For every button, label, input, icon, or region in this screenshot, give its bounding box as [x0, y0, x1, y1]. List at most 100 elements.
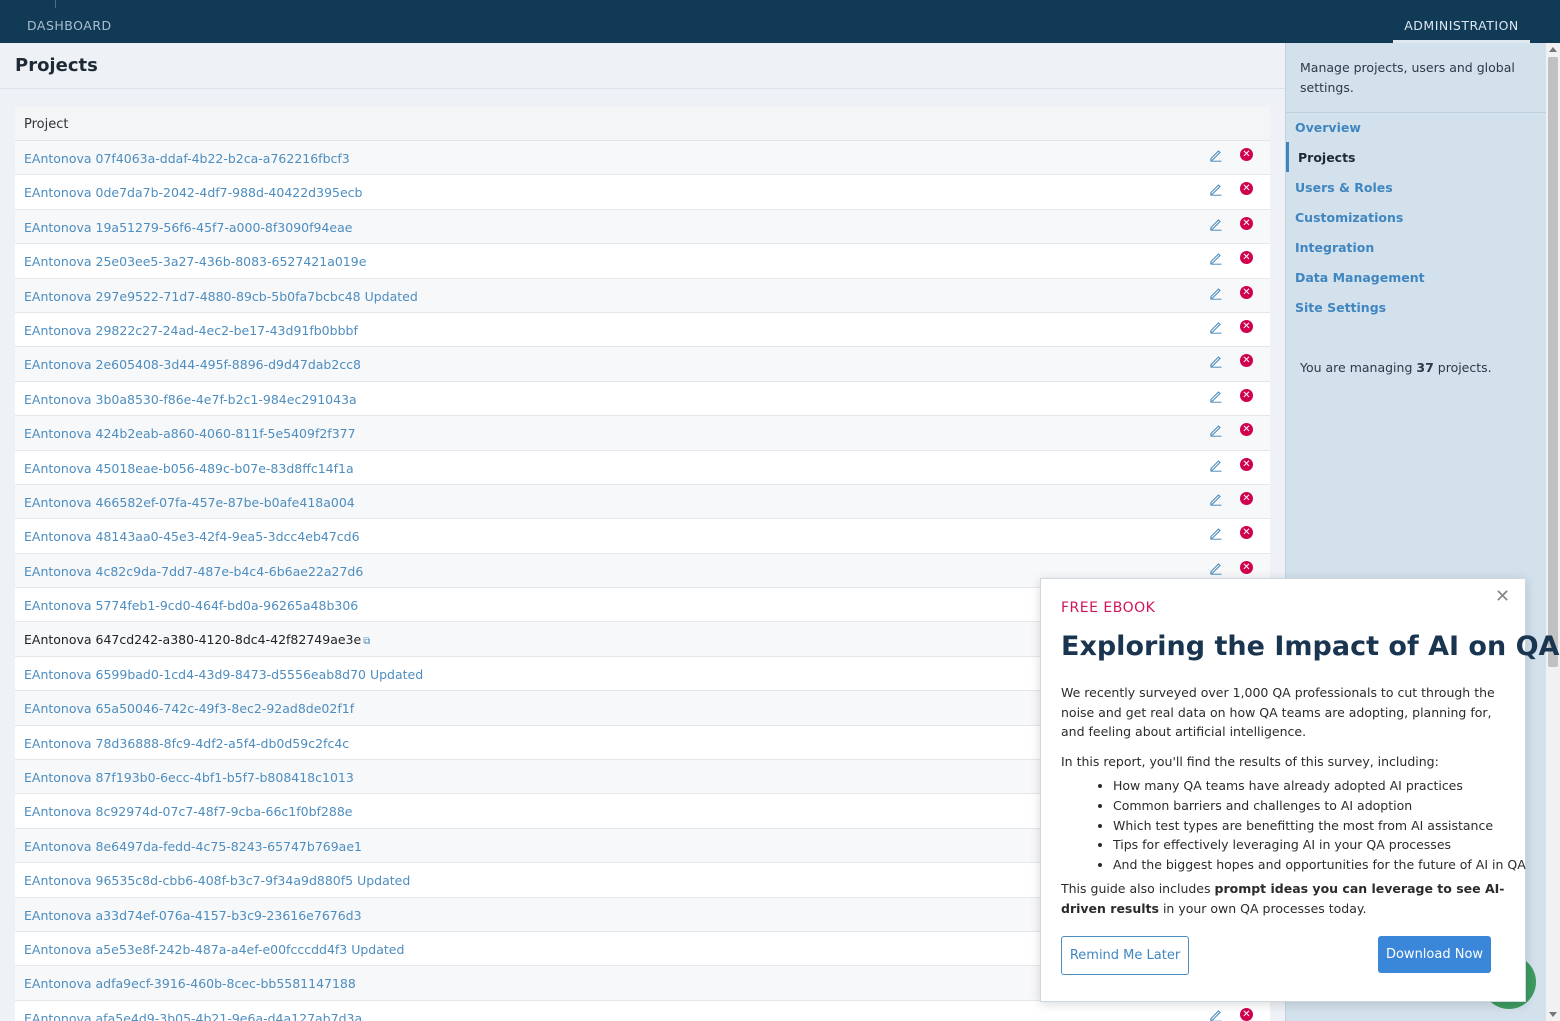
download-now-button[interactable]: Download Now	[1378, 936, 1491, 973]
modal-guide-text: This guide also includes prompt ideas yo…	[1061, 879, 1511, 918]
table-row: EAntonova 45018eae-b056-489c-b07e-83d8ff…	[15, 450, 1270, 485]
sidebar-item-customizations[interactable]: Customizations	[1295, 210, 1403, 225]
delete-circle-icon[interactable]: ✕	[1240, 423, 1253, 437]
table-row: EAntonova afa5e4d9-3b05-4b21-9e6a-d4a127…	[15, 1000, 1270, 1021]
project-link[interactable]: EAntonova 8e6497da-fedd-4c75-8243-65747b…	[24, 839, 362, 854]
managing-count-text: You are managing 37 projects.	[1300, 360, 1492, 375]
modal-eyebrow: FREE EBOOK	[1061, 600, 1156, 616]
managing-suffix: projects.	[1437, 360, 1492, 375]
modal-headline: Exploring the Impact of AI on QA	[1061, 631, 1560, 662]
delete-circle-icon[interactable]: ✕	[1240, 319, 1253, 333]
remind-me-later-button[interactable]: Remind Me Later	[1061, 936, 1189, 975]
table-row: EAntonova 48143aa0-45e3-42f4-9ea5-3dcc4e…	[15, 519, 1270, 554]
bullet-item: Which test types are benefitting the mos…	[1113, 816, 1513, 836]
table-row: EAntonova 297e9522-71d7-4880-89cb-5b0fa7…	[15, 278, 1270, 313]
project-link[interactable]: EAntonova 87f193b0-6ecc-4bf1-b5f7-b80841…	[24, 770, 354, 785]
top-navbar: DASHBOARD ADMINISTRATION	[0, 0, 1560, 43]
delete-circle-icon[interactable]: ✕	[1240, 285, 1253, 299]
project-link[interactable]: EAntonova 647cd242-a380-4120-8dc4-42f827…	[24, 632, 370, 647]
pencil-icon[interactable]	[1209, 458, 1223, 472]
delete-circle-icon[interactable]: ✕	[1240, 388, 1253, 402]
active-indicator	[1286, 142, 1289, 172]
bullet-item: How many QA teams have already adopted A…	[1113, 776, 1513, 796]
pencil-icon[interactable]	[1209, 217, 1223, 231]
guide-suffix: in your own QA processes today.	[1162, 900, 1367, 916]
table-row: EAntonova 07f4063a-ddaf-4b22-b2ca-a76221…	[15, 141, 1270, 176]
sidebar-description: Manage projects, users and global settin…	[1300, 60, 1515, 95]
sidebar-item-site-settings[interactable]: Site Settings	[1295, 300, 1386, 315]
project-link[interactable]: EAntonova 297e9522-71d7-4880-89cb-5b0fa7…	[24, 289, 418, 304]
sidebar-item-data-management[interactable]: Data Management	[1295, 270, 1425, 285]
pencil-icon[interactable]	[1209, 320, 1223, 334]
project-link[interactable]: EAntonova 4c82c9da-7dd7-487e-b4c4-6b6ae2…	[24, 564, 363, 579]
delete-circle-icon[interactable]: ✕	[1240, 526, 1253, 540]
table-header-project: Project	[15, 107, 1270, 141]
table-row: EAntonova 29822c27-24ad-4ec2-be17-43d91f…	[15, 312, 1270, 348]
page-title: Projects	[15, 55, 98, 76]
bullet-item: Tips for effectively leveraging AI in yo…	[1113, 835, 1513, 855]
project-link[interactable]: EAntonova 96535c8d-cbb6-408f-b3c7-9f34a9…	[24, 873, 410, 888]
project-link[interactable]: EAntonova a5e53e8f-242b-487a-a4ef-e00fcc…	[24, 942, 404, 957]
project-link[interactable]: EAntonova afa5e4d9-3b05-4b21-9e6a-d4a127…	[24, 1011, 362, 1021]
pencil-icon[interactable]	[1209, 182, 1223, 197]
sidebar-divider	[1286, 112, 1547, 113]
delete-circle-icon[interactable]: ✕	[1240, 457, 1253, 471]
project-link[interactable]: EAntonova 0de7da7b-2042-4df7-988d-40422d…	[24, 185, 362, 200]
delete-circle-icon[interactable]: ✕	[1240, 148, 1253, 161]
pencil-icon[interactable]	[1209, 423, 1223, 437]
project-link[interactable]: EAntonova 65a50046-742c-49f3-8ec2-92ad8d…	[24, 701, 354, 716]
nav-dashboard-link[interactable]: DASHBOARD	[27, 18, 112, 33]
project-link[interactable]: EAntonova 8c92974d-07c7-48f7-9cba-66c1f0…	[24, 804, 352, 819]
pencil-icon[interactable]	[1209, 1008, 1223, 1021]
project-link[interactable]: EAntonova 19a51279-56f6-45f7-a000-8f3090…	[24, 220, 352, 235]
pencil-icon[interactable]	[1209, 389, 1223, 403]
delete-circle-icon[interactable]: ✕	[1240, 182, 1253, 196]
page-scrollbar[interactable]	[1546, 43, 1560, 1021]
pencil-icon[interactable]	[1209, 492, 1223, 506]
nav-divider	[55, 0, 56, 8]
project-link[interactable]: EAntonova 07f4063a-ddaf-4b22-b2ca-a76221…	[24, 151, 350, 166]
pencil-icon[interactable]	[1209, 251, 1223, 265]
project-link[interactable]: EAntonova 29822c27-24ad-4ec2-be17-43d91f…	[24, 323, 358, 338]
managing-prefix: You are managing	[1300, 360, 1413, 375]
delete-circle-icon[interactable]: ✕	[1240, 1007, 1253, 1021]
delete-circle-icon[interactable]: ✕	[1240, 491, 1253, 505]
project-link[interactable]: EAntonova 466582ef-07fa-457e-87be-b0afe4…	[24, 495, 355, 510]
sidebar-item-overview[interactable]: Overview	[1295, 120, 1361, 135]
delete-circle-icon[interactable]: ✕	[1240, 251, 1253, 265]
scroll-down-arrow-icon[interactable]	[1549, 1012, 1557, 1017]
project-link[interactable]: EAntonova a33d74ef-076a-4157-b3c9-23616e…	[24, 908, 362, 923]
delete-circle-icon[interactable]: ✕	[1240, 216, 1253, 230]
scroll-up-arrow-icon[interactable]	[1549, 47, 1557, 52]
project-link[interactable]: EAntonova 3b0a8530-f86e-4e7f-b2c1-984ec2…	[24, 392, 357, 407]
project-link[interactable]: EAntonova 25e03ee5-3a27-436b-8083-652742…	[24, 254, 366, 269]
modal-intro: We recently surveyed over 1,000 QA profe…	[1061, 685, 1495, 739]
table-row: EAntonova 19a51279-56f6-45f7-a000-8f3090…	[15, 209, 1270, 245]
project-link[interactable]: EAntonova 5774feb1-9cd0-464f-bd0a-96265a…	[24, 598, 358, 613]
external-link-icon[interactable]: ⧉	[363, 636, 370, 647]
project-link[interactable]: EAntonova 2e605408-3d44-495f-8896-d9d47d…	[24, 357, 361, 372]
scrollbar-thumb[interactable]	[1548, 57, 1558, 667]
pencil-icon[interactable]	[1209, 526, 1223, 540]
delete-circle-icon[interactable]: ✕	[1240, 560, 1253, 574]
sidebar-item-users-roles[interactable]: Users & Roles	[1295, 180, 1393, 195]
pencil-icon[interactable]	[1209, 148, 1223, 162]
pencil-icon[interactable]	[1209, 286, 1223, 300]
project-link[interactable]: EAntonova 78d36888-8fc9-4df2-a5f4-db0d59…	[24, 736, 349, 751]
project-link[interactable]: EAntonova 45018eae-b056-489c-b07e-83d8ff…	[24, 461, 354, 476]
pencil-icon[interactable]	[1209, 354, 1223, 369]
project-link[interactable]: EAntonova adfa9ecf-3916-460b-8cec-bb5581…	[24, 976, 356, 991]
close-icon[interactable]: ✕	[1495, 588, 1510, 606]
title-divider	[0, 88, 1285, 89]
project-link[interactable]: EAntonova 48143aa0-45e3-42f4-9ea5-3dcc4e…	[24, 529, 360, 544]
sidebar-item-projects[interactable]: Projects	[1298, 150, 1356, 165]
project-link[interactable]: EAntonova 424b2eab-a860-4060-811f-5e5409…	[24, 426, 356, 441]
sidebar-item-integration[interactable]: Integration	[1295, 240, 1374, 255]
project-link[interactable]: EAntonova 6599bad0-1cd4-43d9-8473-d5556e…	[24, 667, 423, 682]
pencil-icon[interactable]	[1209, 561, 1223, 575]
delete-circle-icon[interactable]: ✕	[1240, 354, 1253, 368]
table-row: EAntonova 466582ef-07fa-457e-87be-b0afe4…	[15, 484, 1270, 520]
table-row: EAntonova 2e605408-3d44-495f-8896-d9d47d…	[15, 347, 1270, 382]
bullet-item: And the biggest hopes and opportunities …	[1113, 855, 1526, 875]
nav-administration-tab[interactable]: ADMINISTRATION	[1393, 0, 1530, 43]
